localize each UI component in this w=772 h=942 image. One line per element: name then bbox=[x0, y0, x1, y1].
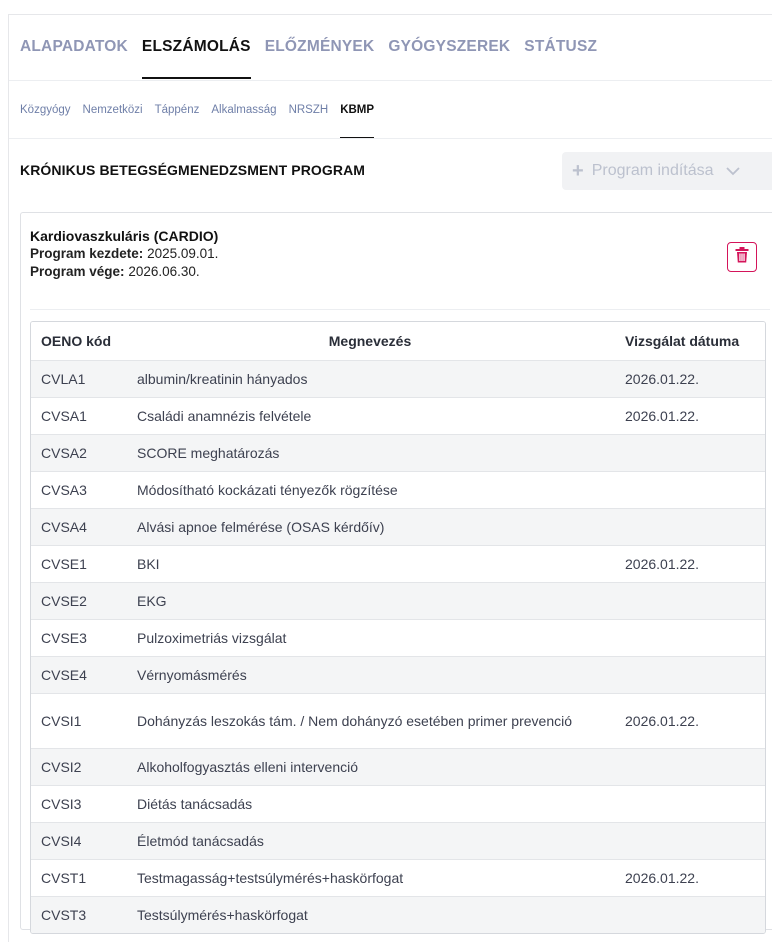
cell-name: Alkoholfogyasztás elleni intervenció bbox=[137, 758, 359, 775]
tab-elszamolas[interactable]: ELSZÁMOLÁS bbox=[141, 38, 251, 79]
examination-table: OENO kód Megnevezés Vizsgálat dátuma CVL… bbox=[30, 321, 766, 934]
table-row: CVSE1 BKI 2026.01.22. bbox=[31, 545, 765, 582]
cell-code: CVLA1 bbox=[41, 371, 86, 387]
table-row: CVLA1 albumin/kreatinin hányados 2026.01… bbox=[31, 360, 765, 397]
plus-icon: + bbox=[572, 160, 584, 182]
cell-date: 2026.01.22. bbox=[625, 408, 699, 424]
cell-code: CVSA1 bbox=[41, 408, 87, 424]
main-tab-bar: ALAPADATOK ELSZÁMOLÁS ELŐZMÉNYEK GYÓGYSZ… bbox=[20, 38, 597, 79]
start-program-label: Program indítása bbox=[591, 162, 714, 179]
cell-name: SCORE meghatározás bbox=[137, 444, 280, 461]
cell-code: CVSI1 bbox=[41, 713, 82, 729]
cell-code: CVST3 bbox=[41, 907, 87, 923]
cell-date: 2026.01.22. bbox=[625, 870, 699, 886]
subtab-kbmp[interactable]: KBMP bbox=[340, 104, 374, 139]
header-date: Vizsgálat dátuma bbox=[625, 333, 740, 349]
cell-code: CVST1 bbox=[41, 870, 87, 886]
cell-name: BKI bbox=[137, 555, 160, 572]
cell-name: Pulzoximetriás vizsgálat bbox=[137, 629, 287, 646]
cell-name: Diétás tanácsadás bbox=[137, 795, 253, 812]
table-row: CVSE4 Vérnyomásmérés bbox=[31, 656, 765, 693]
subtab-nemzetkozi[interactable]: Nemzetközi bbox=[83, 104, 143, 120]
program-start-value: 2025.09.01. bbox=[147, 246, 219, 261]
cell-code: CVSA3 bbox=[41, 482, 87, 498]
table-row: CVST1 Testmagasság+testsúlymérés+haskörf… bbox=[31, 859, 765, 896]
cell-name: Életmód tanácsadás bbox=[137, 832, 264, 849]
subtab-nrszh[interactable]: NRSZH bbox=[289, 104, 329, 120]
subtab-kozgyogy[interactable]: Közgyógy bbox=[20, 104, 71, 120]
table-row: CVSA3 Módosítható kockázati tényezők rög… bbox=[31, 471, 765, 508]
divider bbox=[9, 80, 772, 81]
header-name: Megnevezés bbox=[328, 332, 412, 349]
table-row: CVSA2 SCORE meghatározás bbox=[31, 434, 765, 471]
divider bbox=[9, 138, 772, 139]
tab-elozmenyek[interactable]: ELŐZMÉNYEK bbox=[265, 38, 375, 62]
section-title: KRÓNIKUS BETEGSÉGMENEDZSMENT PROGRAM bbox=[20, 162, 366, 178]
table-row: CVSA4 Alvási apnoe felmérése (OSAS kérdő… bbox=[31, 508, 765, 545]
cell-code: CVSE2 bbox=[41, 593, 87, 609]
table-row: CVSE2 EKG bbox=[31, 582, 765, 619]
cell-name: Módosítható kockázati tényezők rögzítése bbox=[137, 481, 398, 498]
cell-name: Testsúlymérés+haskörfogat bbox=[137, 906, 308, 923]
subtab-alkalmassag[interactable]: Alkalmasság bbox=[211, 104, 276, 120]
cell-name: Alvási apnoe felmérése (OSAS kérdőív) bbox=[137, 518, 385, 535]
cell-date: 2026.01.22. bbox=[625, 371, 699, 387]
divider bbox=[30, 309, 770, 310]
page: ALAPADATOK ELSZÁMOLÁS ELŐZMÉNYEK GYÓGYSZ… bbox=[0, 0, 772, 942]
cell-code: CVSE4 bbox=[41, 667, 87, 683]
table-row: CVSA1 Családi anamnézis felvétele 2026.0… bbox=[31, 397, 765, 434]
table-row: CVSI3 Diétás tanácsadás bbox=[31, 785, 765, 822]
tab-alapadatok[interactable]: ALAPADATOK bbox=[20, 38, 128, 62]
cell-code: CVSI3 bbox=[41, 796, 82, 812]
cell-name: Testmagasság+testsúlymérés+haskörfogat bbox=[137, 869, 404, 886]
cell-code: CVSA4 bbox=[41, 519, 87, 535]
cell-name: Dohányzás leszokás tám. / Nem dohányzó e… bbox=[137, 712, 572, 729]
delete-program-button[interactable] bbox=[727, 242, 757, 272]
cell-name: albumin/kreatinin hányados bbox=[137, 370, 308, 387]
program-name: Kardiovaszkuláris (CARDIO) bbox=[30, 228, 219, 244]
start-program-button[interactable]: + Program indítása bbox=[562, 152, 772, 190]
table-row: CVSE3 Pulzoximetriás vizsgálat bbox=[31, 619, 765, 656]
cell-name: EKG bbox=[137, 592, 167, 609]
cell-code: CVSI2 bbox=[41, 759, 82, 775]
cell-code: CVSA2 bbox=[41, 445, 87, 461]
chevron-down-icon bbox=[725, 163, 740, 179]
cell-date: 2026.01.22. bbox=[625, 713, 699, 729]
program-end: Program vége: 2026.06.30. bbox=[30, 264, 200, 279]
program-end-label: Program vége: bbox=[30, 264, 125, 279]
table-row: CVSI1 Dohányzás leszokás tám. / Nem dohá… bbox=[31, 693, 765, 748]
sub-tab-bar: Közgyógy Nemzetközi Táppénz Alkalmasság … bbox=[20, 104, 374, 139]
subtab-tappenz[interactable]: Táppénz bbox=[155, 104, 200, 120]
cell-code: CVSI4 bbox=[41, 833, 82, 849]
cell-code: CVSE3 bbox=[41, 630, 87, 646]
cell-code: CVSE1 bbox=[41, 556, 87, 572]
table-row: CVST3 Testsúlymérés+haskörfogat bbox=[31, 896, 765, 933]
trash-icon bbox=[735, 246, 749, 268]
tab-gyogyszerek[interactable]: GYÓGYSZEREK bbox=[388, 38, 510, 62]
cell-name: Családi anamnézis felvétele bbox=[137, 407, 312, 424]
header-oeno: OENO kód bbox=[41, 333, 112, 349]
program-start: Program kezdete: 2025.09.01. bbox=[30, 246, 218, 261]
cell-name: Vérnyomásmérés bbox=[137, 666, 247, 683]
table-row: CVSI4 Életmód tanácsadás bbox=[31, 822, 765, 859]
program-start-label: Program kezdete: bbox=[30, 246, 144, 261]
table-row: CVSI2 Alkoholfogyasztás elleni intervenc… bbox=[31, 748, 765, 785]
program-end-value: 2026.06.30. bbox=[128, 264, 200, 279]
tab-statusz[interactable]: STÁTUSZ bbox=[524, 38, 597, 62]
cell-date: 2026.01.22. bbox=[625, 556, 699, 572]
table-header: OENO kód Megnevezés Vizsgálat dátuma bbox=[31, 322, 765, 360]
